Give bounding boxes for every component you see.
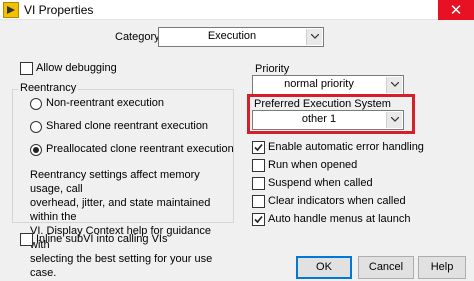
shared-clone-radio[interactable] bbox=[30, 121, 42, 133]
help-button[interactable]: Help bbox=[418, 256, 466, 279]
preferred-execution-system-select[interactable]: other 1 bbox=[252, 110, 404, 130]
inline-subvi-checkbox[interactable] bbox=[20, 233, 33, 246]
auto-handle-menus-label: Auto handle menus at launch bbox=[268, 213, 411, 225]
shared-clone-label: Shared clone reentrant execution bbox=[46, 120, 209, 132]
suspend-when-called-label: Suspend when called bbox=[268, 177, 373, 189]
cancel-button[interactable]: Cancel bbox=[358, 256, 414, 279]
chevron-down-icon[interactable] bbox=[386, 77, 402, 93]
non-reentrant-radio[interactable] bbox=[30, 98, 42, 110]
window-title: VI Properties bbox=[24, 3, 94, 17]
priority-value: normal priority bbox=[284, 78, 354, 90]
category-select[interactable]: Execution bbox=[158, 27, 324, 47]
allow-debugging-label: Allow debugging bbox=[36, 62, 117, 74]
reentrancy-description: Reentrancy settings affect memory usage,… bbox=[30, 168, 230, 280]
close-button[interactable]: ✕ bbox=[438, 0, 474, 20]
preferred-execution-system-label: Preferred Execution System bbox=[254, 98, 391, 110]
description-line: overhead, jitter, and state maintained w… bbox=[30, 197, 211, 223]
category-label: Category bbox=[115, 31, 160, 43]
run-when-opened-checkbox[interactable] bbox=[252, 159, 265, 172]
chevron-down-icon[interactable] bbox=[306, 29, 322, 45]
preallocated-clone-label: Preallocated clone reentrant execution bbox=[46, 143, 234, 155]
preferred-execution-system-value: other 1 bbox=[301, 113, 337, 125]
description-line: selecting the best setting for your use … bbox=[30, 253, 213, 279]
enable-error-handling-label: Enable automatic error handling bbox=[268, 141, 424, 153]
inline-subvi-label: Inline subVI into calling VIs bbox=[36, 233, 168, 245]
allow-debugging-checkbox[interactable] bbox=[20, 62, 33, 75]
non-reentrant-label: Non-reentrant execution bbox=[46, 97, 165, 109]
suspend-when-called-checkbox[interactable] bbox=[252, 177, 265, 190]
priority-label: Priority bbox=[255, 63, 290, 75]
labview-vi-icon bbox=[3, 2, 19, 18]
description-line: Reentrancy settings affect memory usage,… bbox=[30, 169, 200, 195]
clear-indicators-checkbox[interactable] bbox=[252, 195, 265, 208]
preallocated-clone-radio[interactable] bbox=[30, 144, 42, 156]
title-bar: VI Properties ✕ bbox=[0, 0, 474, 20]
clear-indicators-label: Clear indicators when called bbox=[268, 195, 406, 207]
category-value: Execution bbox=[207, 30, 257, 42]
priority-select[interactable]: normal priority bbox=[252, 75, 404, 95]
reentrancy-group-label: Reentrancy bbox=[18, 82, 79, 94]
radio-selected-dot bbox=[33, 147, 39, 153]
ok-button[interactable]: OK bbox=[296, 256, 352, 279]
chevron-down-icon[interactable] bbox=[386, 112, 402, 128]
auto-handle-menus-checkbox[interactable] bbox=[252, 213, 265, 226]
enable-error-handling-checkbox[interactable] bbox=[252, 141, 265, 154]
run-when-opened-label: Run when opened bbox=[268, 159, 358, 171]
